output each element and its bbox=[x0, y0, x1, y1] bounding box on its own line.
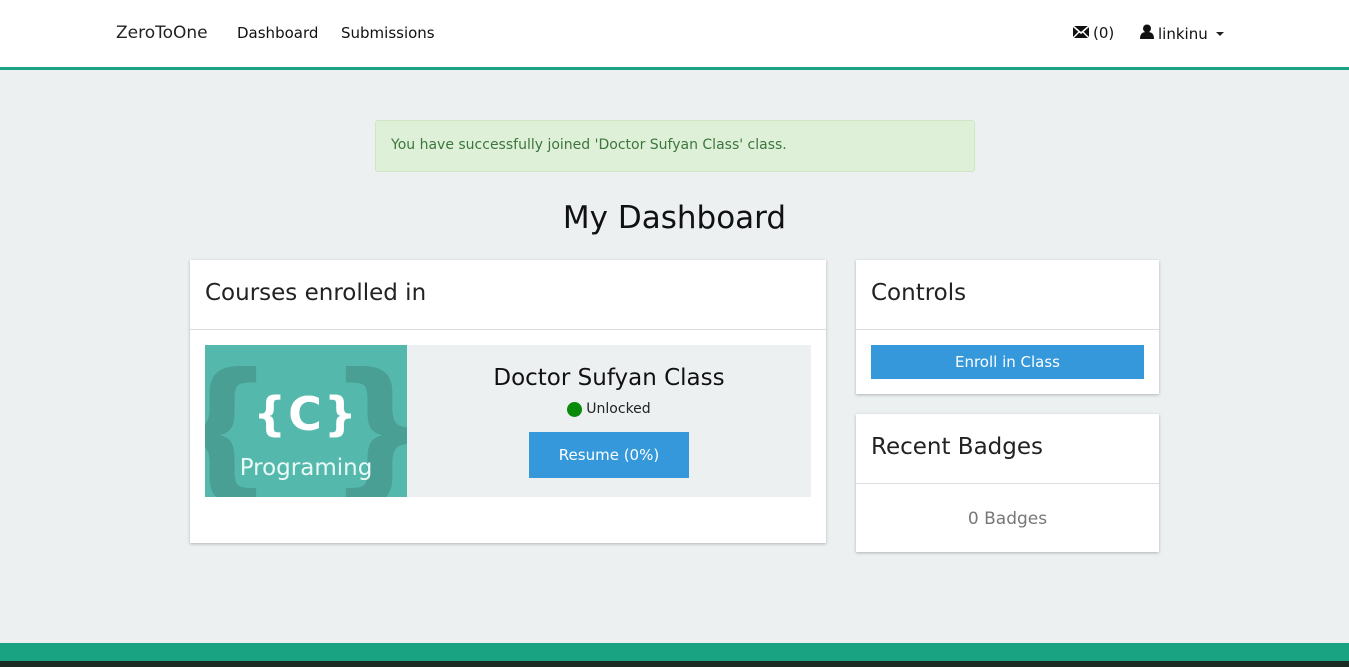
nav-submissions[interactable]: Submissions bbox=[341, 24, 435, 42]
success-alert: You have successfully joined 'Doctor Suf… bbox=[375, 120, 975, 172]
envelope-icon bbox=[1072, 24, 1090, 42]
badges-panel-heading: Recent Badges bbox=[856, 414, 1159, 484]
navbar: ZeroToOne Dashboard Submissions (0) link… bbox=[0, 0, 1349, 70]
courses-panel: Courses enrolled in { } {C} Programing D… bbox=[190, 260, 826, 543]
course-logo-text: {C} bbox=[253, 387, 359, 441]
brand-logo[interactable]: ZeroToOne bbox=[116, 23, 208, 43]
footer-image-strip bbox=[0, 661, 1349, 667]
course-thumbnail-label: Programing bbox=[239, 455, 373, 481]
course-thumbnail: { } {C} Programing bbox=[205, 345, 407, 497]
badges-panel: Recent Badges 0 Badges bbox=[856, 414, 1159, 552]
controls-panel-heading: Controls bbox=[856, 260, 1159, 330]
course-status-text: Unlocked bbox=[586, 401, 651, 417]
page-title: My Dashboard bbox=[562, 200, 787, 236]
caret-down-icon bbox=[1215, 31, 1224, 36]
course-title: Doctor Sufyan Class bbox=[493, 365, 725, 391]
messages-count: (0) bbox=[1093, 24, 1115, 42]
status-dot-icon bbox=[567, 401, 583, 417]
resume-button[interactable]: Resume (0%) bbox=[529, 432, 689, 478]
user-name: linkinu bbox=[1158, 24, 1208, 43]
enroll-in-class-button[interactable]: Enroll in Class bbox=[871, 345, 1144, 379]
messages-link[interactable]: (0) bbox=[1072, 24, 1115, 42]
user-menu[interactable]: linkinu bbox=[1140, 24, 1224, 43]
courses-panel-heading: Courses enrolled in bbox=[190, 260, 826, 330]
alert-text: You have successfully joined 'Doctor Suf… bbox=[391, 137, 787, 153]
user-icon bbox=[1140, 24, 1154, 43]
nav-dashboard[interactable]: Dashboard bbox=[237, 24, 318, 42]
course-status: Unlocked bbox=[407, 401, 811, 417]
badge-count: 0 Badges bbox=[967, 509, 1048, 529]
course-card: { } {C} Programing Doctor Sufyan Class U… bbox=[205, 345, 811, 497]
controls-panel: Controls Enroll in Class bbox=[856, 260, 1159, 394]
